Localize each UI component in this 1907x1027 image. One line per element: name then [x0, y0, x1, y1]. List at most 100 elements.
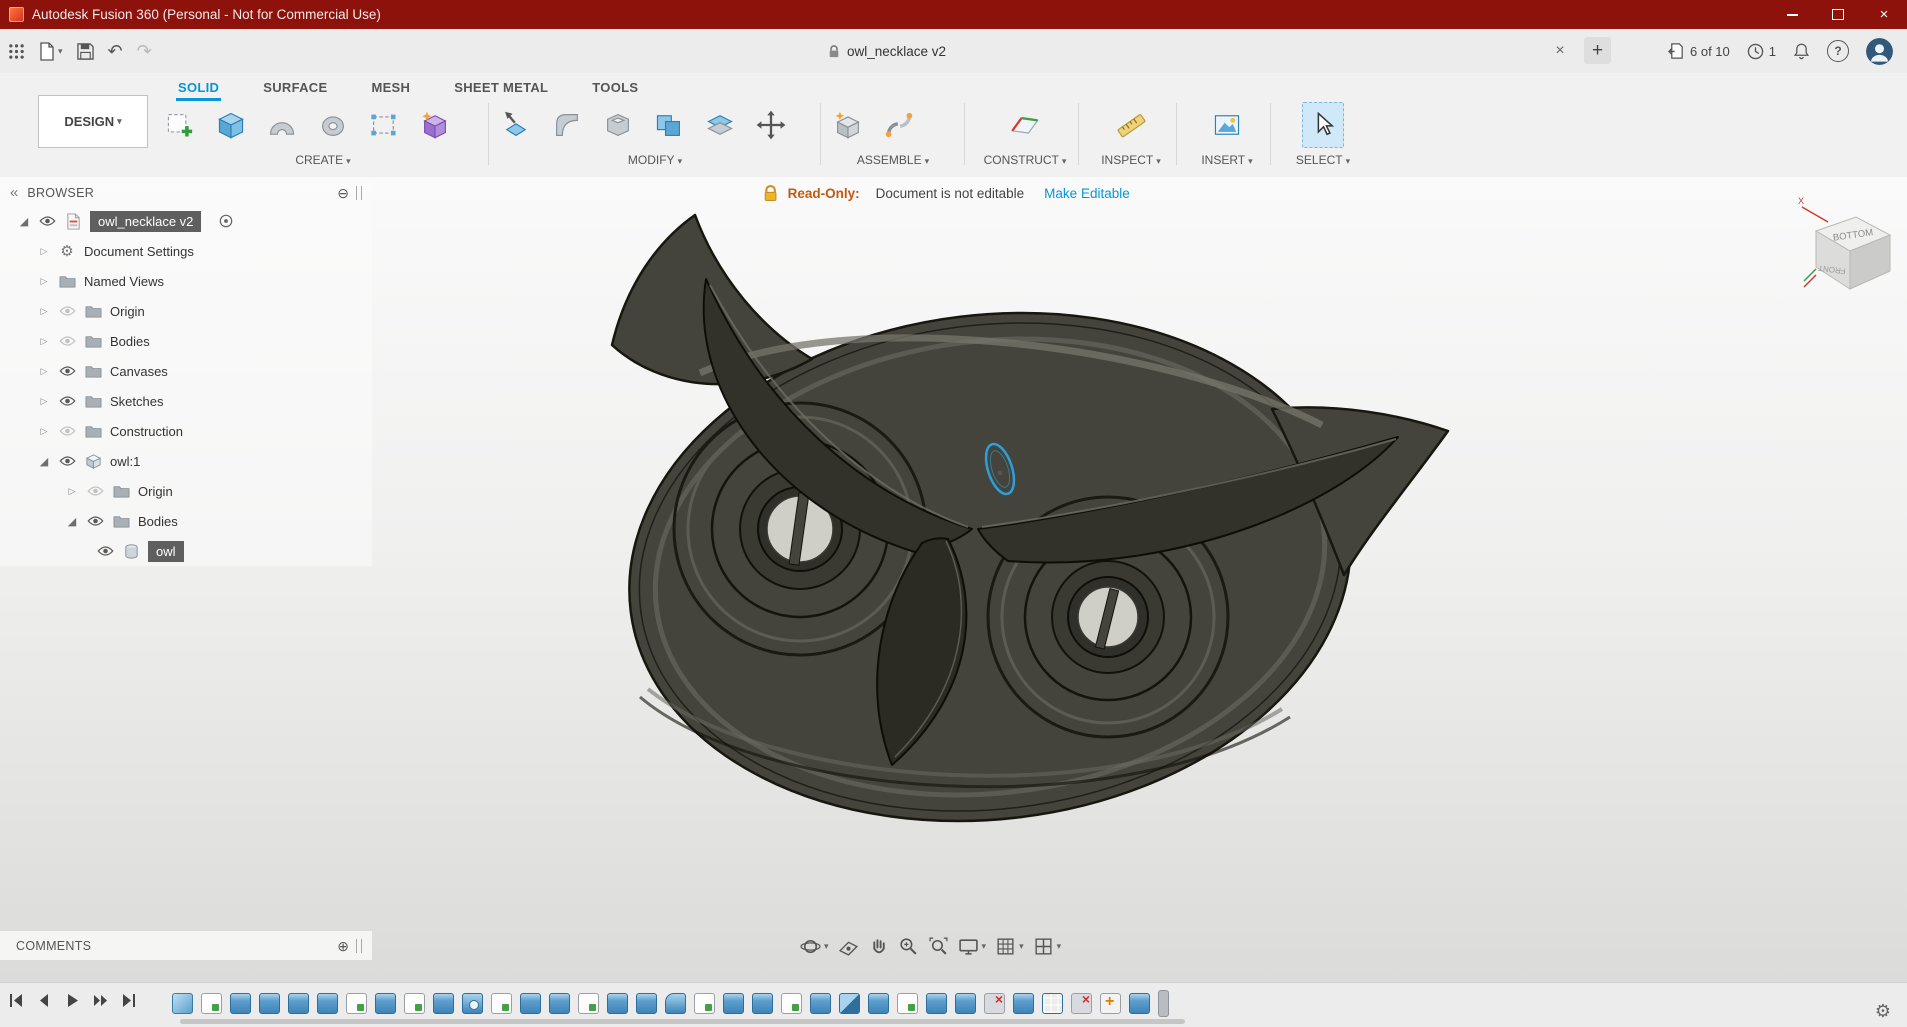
- expand-icon[interactable]: ▷: [62, 486, 82, 497]
- browser-root-item[interactable]: ◢ owl_necklace v2: [0, 206, 372, 236]
- timeline-feature-extrude[interactable]: [868, 993, 889, 1014]
- visibility-eye-icon[interactable]: [54, 365, 80, 377]
- timeline-feature-canvas[interactable]: [172, 993, 193, 1014]
- timeline-feature-extrude[interactable]: [636, 993, 657, 1014]
- help-button[interactable]: ?: [1827, 40, 1849, 62]
- revolve-button[interactable]: [313, 103, 353, 147]
- save-button[interactable]: [77, 43, 94, 60]
- create-form-button[interactable]: [415, 103, 455, 147]
- expand-icon[interactable]: ◢: [62, 515, 82, 528]
- timeline-scrollbar[interactable]: [180, 1019, 1185, 1024]
- visibility-eye-icon[interactable]: [54, 395, 80, 407]
- move-copy-button[interactable]: [751, 103, 791, 147]
- browser-item-sketches[interactable]: ▷ Sketches: [0, 386, 372, 416]
- insert-canvas-button[interactable]: [1207, 103, 1247, 147]
- look-at-icon[interactable]: [838, 936, 859, 957]
- expand-icon[interactable]: ▷: [34, 396, 54, 407]
- pattern-button[interactable]: [364, 103, 404, 147]
- joint-button[interactable]: [879, 103, 919, 147]
- user-avatar[interactable]: [1866, 38, 1893, 65]
- expand-icon[interactable]: ▷: [34, 276, 54, 287]
- timeline-feature-extrude[interactable]: [259, 993, 280, 1014]
- app-grid-icon[interactable]: [8, 43, 25, 60]
- expand-icon[interactable]: ▷: [34, 336, 54, 347]
- insert-dropdown[interactable]: INSERT▾: [1184, 153, 1270, 167]
- timeline-feature-sketch[interactable]: [346, 993, 367, 1014]
- new-tab-button[interactable]: +: [1584, 37, 1611, 64]
- modify-dropdown[interactable]: MODIFY▾: [496, 153, 814, 167]
- expand-icon[interactable]: ▷: [34, 306, 54, 317]
- bell-icon[interactable]: [1793, 42, 1810, 60]
- timeline-feature-end[interactable]: [1158, 990, 1169, 1017]
- fit-view-icon[interactable]: [928, 936, 949, 957]
- sweep-button[interactable]: [262, 103, 302, 147]
- shell-button[interactable]: [598, 103, 638, 147]
- timeline-feature-remove[interactable]: [984, 993, 1005, 1014]
- display-settings-icon[interactable]: ▾: [958, 936, 987, 957]
- combine-button[interactable]: [649, 103, 689, 147]
- browser-item-origin[interactable]: ▷ Origin: [0, 296, 372, 326]
- notification-center-button[interactable]: 1: [1747, 43, 1776, 60]
- browser-item-named-views[interactable]: ▷ Named Views: [0, 266, 372, 296]
- expand-icon[interactable]: ▷: [34, 426, 54, 437]
- offset-face-button[interactable]: [700, 103, 740, 147]
- play-button[interactable]: [64, 992, 81, 1009]
- timeline-feature-combine[interactable]: [839, 993, 860, 1014]
- timeline-feature-pattern[interactable]: [1042, 993, 1063, 1014]
- orbit-icon[interactable]: ▾: [800, 936, 829, 957]
- visibility-eye-icon[interactable]: [82, 515, 108, 527]
- assemble-dropdown[interactable]: ASSEMBLE▾: [828, 153, 958, 167]
- visibility-eye-icon[interactable]: [54, 455, 80, 467]
- browser-item-document-settings[interactable]: ▷ ⚙ Document Settings: [0, 236, 372, 266]
- timeline-feature-extrude[interactable]: [549, 993, 570, 1014]
- comments-panel[interactable]: COMMENTS ⊕: [0, 930, 372, 961]
- modeling-canvas[interactable]: Read-Only: Document is not editable Make…: [0, 177, 1907, 982]
- minimize-panel-icon[interactable]: ⊖: [337, 186, 349, 200]
- redo-icon[interactable]: ↷: [137, 41, 152, 62]
- maximize-button[interactable]: [1815, 0, 1861, 29]
- inspect-dropdown[interactable]: INSPECT▾: [1086, 153, 1176, 167]
- tab-surface[interactable]: SURFACE: [261, 77, 329, 98]
- press-pull-button[interactable]: [496, 103, 536, 147]
- timeline-feature-extrude[interactable]: [1013, 993, 1034, 1014]
- timeline-feature-sketch[interactable]: [897, 993, 918, 1014]
- expand-icon[interactable]: ◢: [14, 215, 34, 228]
- browser-item-owl-origin[interactable]: ▷ Origin: [0, 476, 372, 506]
- timeline-feature-extrude[interactable]: [520, 993, 541, 1014]
- activate-radio-icon[interactable]: [219, 214, 233, 228]
- create-sketch-button[interactable]: [160, 103, 200, 147]
- timeline-feature-extrude[interactable]: [810, 993, 831, 1014]
- timeline-feature-sketch[interactable]: [201, 993, 222, 1014]
- box-button[interactable]: [211, 103, 251, 147]
- close-tab-button[interactable]: ×: [1548, 39, 1572, 63]
- workspace-selector[interactable]: DESIGN ▾: [38, 95, 148, 148]
- timeline-feature-sketch[interactable]: [781, 993, 802, 1014]
- timeline-feature-sketch[interactable]: [578, 993, 599, 1014]
- construct-dropdown[interactable]: CONSTRUCT▾: [972, 153, 1078, 167]
- visibility-eye-icon[interactable]: [34, 215, 60, 227]
- go-to-end-button[interactable]: [120, 992, 137, 1009]
- timeline-feature-extrude[interactable]: [433, 993, 454, 1014]
- visibility-eye-icon[interactable]: [92, 545, 118, 557]
- timeline-feature-extrude[interactable]: [230, 993, 251, 1014]
- browser-item-construction[interactable]: ▷ Construction: [0, 416, 372, 446]
- timeline-feature-extrude[interactable]: [288, 993, 309, 1014]
- browser-item-bodies[interactable]: ▷ Bodies: [0, 326, 372, 356]
- make-editable-link[interactable]: Make Editable: [1044, 186, 1130, 201]
- grid-settings-icon[interactable]: ▾: [995, 936, 1024, 957]
- undo-icon[interactable]: ↶: [108, 41, 123, 62]
- expand-icon[interactable]: ▷: [34, 246, 54, 257]
- tab-sheet-metal[interactable]: SHEET METAL: [452, 77, 550, 98]
- file-menu-button[interactable]: ▾: [39, 42, 63, 61]
- timeline-feature-move[interactable]: [1100, 993, 1121, 1014]
- timeline-feature-extrude[interactable]: [955, 993, 976, 1014]
- tab-solid[interactable]: SOLID: [176, 77, 221, 101]
- expand-panel-icon[interactable]: ⊕: [337, 939, 349, 953]
- timeline-feature-remove[interactable]: [1071, 993, 1092, 1014]
- browser-item-canvases[interactable]: ▷ Canvases: [0, 356, 372, 386]
- root-label[interactable]: owl_necklace v2: [90, 211, 201, 232]
- go-to-start-button[interactable]: [8, 992, 25, 1009]
- visibility-eye-icon[interactable]: [54, 335, 80, 347]
- timeline-feature-fillet[interactable]: [665, 993, 686, 1014]
- viewports-icon[interactable]: ▾: [1033, 936, 1062, 957]
